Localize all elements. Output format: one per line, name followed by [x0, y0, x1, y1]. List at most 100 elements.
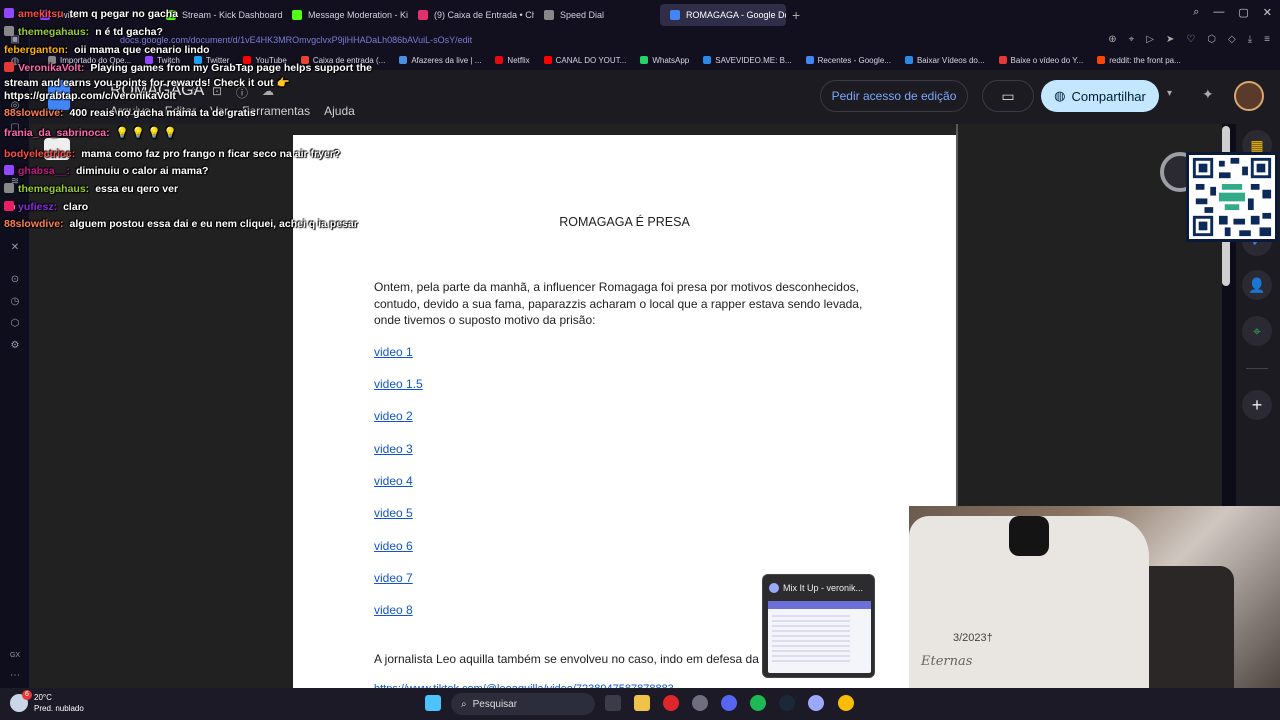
chat-message: amekitsu tem q pegar no gacha: [4, 8, 178, 20]
share-button[interactable]: ◍ Compartilhar: [1041, 80, 1159, 112]
heart-badge-icon: [4, 201, 14, 211]
window-controls: ⌕ — ▢ ✕: [1193, 6, 1272, 19]
mod-badge-icon: [4, 183, 14, 193]
file-explorer-icon[interactable]: [634, 695, 650, 711]
meet-button[interactable]: ▭: [982, 80, 1034, 112]
bookmark-item[interactable]: Afazeres da live | ...: [399, 56, 481, 65]
new-tab-button[interactable]: +: [786, 7, 806, 23]
video-link[interactable]: video 6: [374, 539, 413, 553]
youtube-icon: [543, 56, 552, 64]
trello-icon: [399, 56, 408, 64]
download-icon: [703, 56, 712, 64]
video-link[interactable]: video 1.5: [374, 377, 423, 391]
notification-badge: 6: [22, 690, 32, 700]
extensions-icon[interactable]: ⬡: [1207, 34, 1216, 45]
preview-header: [768, 601, 871, 609]
drive-icon: [805, 56, 814, 64]
gx-sidebar: ◉ ▣ ◍ ◈ ◎ ▢ ➤ ≋ ◐ ✕ ⊙ ◷ ⬡ ⚙ GX ⋯: [0, 0, 30, 688]
chat-message: yufiesz: claro: [4, 201, 88, 213]
obs-icon[interactable]: [692, 695, 708, 711]
close-icon[interactable]: ✕: [1263, 6, 1272, 19]
avatar[interactable]: [1234, 81, 1264, 111]
bookmark-item[interactable]: WhatsApp: [640, 56, 689, 65]
contacts-icon[interactable]: 👤: [1242, 270, 1272, 300]
heart-icon[interactable]: ♡: [1186, 34, 1195, 45]
kick-icon: [292, 10, 302, 20]
app-icon: [769, 583, 779, 593]
bookmark-item[interactable]: Baixar Vídeos do...: [904, 56, 985, 65]
chat-message: frania_da_sabrinoca: 💡 💡 💡 💡: [4, 127, 177, 139]
chat-message-continuation: stream and earns you points for rewards!…: [4, 77, 290, 89]
discord-icon[interactable]: [721, 695, 737, 711]
bookmark-item[interactable]: Netflix: [495, 56, 530, 65]
taskbar: 20°C Pred. nublado 6 ⌕ Pesquisar: [0, 688, 1280, 720]
chrome-icon[interactable]: [838, 695, 854, 711]
bookmark-item[interactable]: reddit: the front pa...: [1097, 56, 1181, 65]
pin-icon[interactable]: ⌖: [1129, 34, 1135, 45]
extensions-icon[interactable]: ⬡: [9, 318, 21, 330]
thumbnail-title: Mix It Up - veronik...: [783, 583, 864, 593]
tab-speed-dial[interactable]: Speed Dial: [534, 4, 660, 26]
search-icon: ⌕: [461, 698, 467, 710]
history-icon[interactable]: ◷: [9, 296, 21, 308]
windows-start-icon[interactable]: [425, 695, 441, 711]
vpn-icon[interactable]: ◇: [1228, 34, 1236, 45]
add-addon-icon[interactable]: +: [1242, 390, 1272, 420]
video-link[interactable]: video 4: [374, 474, 413, 488]
video-link[interactable]: video 3: [374, 442, 413, 456]
bot-badge-icon: [4, 62, 14, 72]
maximize-icon[interactable]: ▢: [1238, 6, 1248, 19]
chat-message: 88slowdive: 400 reais no gacha mama ta de…: [4, 107, 256, 119]
menu-ajuda[interactable]: Ajuda: [324, 104, 355, 118]
maps-icon[interactable]: ⌖: [1242, 316, 1272, 346]
steam-icon[interactable]: [779, 695, 795, 711]
opera-gx-icon[interactable]: [663, 695, 679, 711]
player-icon[interactable]: ⊙: [9, 274, 21, 286]
bookmark-item[interactable]: Recentes - Google...: [805, 56, 891, 65]
tab-message-moderation[interactable]: Message Moderation - Kick: [282, 4, 408, 26]
search-icon[interactable]: ⌕: [1193, 6, 1199, 19]
send-icon[interactable]: ➤: [1166, 34, 1174, 45]
taskbar-search[interactable]: ⌕ Pesquisar: [451, 693, 595, 715]
request-edit-button[interactable]: Pedir acesso de edição: [820, 80, 968, 112]
chat-message: themegahaus: n é td gacha?: [4, 26, 163, 38]
settings-icon[interactable]: ⚙: [9, 340, 21, 352]
bookmark-item[interactable]: Baixe o vídeo do Y...: [998, 56, 1083, 65]
spotify-icon[interactable]: [750, 695, 766, 711]
download-icon[interactable]: ⤓: [1248, 34, 1252, 45]
sub-badge-icon: [4, 165, 14, 175]
minimize-icon[interactable]: —: [1213, 6, 1224, 19]
video-link[interactable]: video 8: [374, 603, 413, 617]
video-link[interactable]: video 7: [374, 571, 413, 585]
x-icon[interactable]: ✕: [9, 242, 21, 254]
menu-icon[interactable]: ≡: [1264, 34, 1270, 45]
zoom-icon[interactable]: ⊕: [1108, 34, 1116, 45]
bookmark-item[interactable]: SAVEVIDEO.ME: B...: [703, 56, 792, 65]
tab-google-docs[interactable]: ROMAGAGA - Google Docs: [660, 4, 786, 26]
chat-message: VeronikaVolt: Playing games from my GrabT…: [4, 62, 372, 74]
reddit-icon: [1097, 56, 1106, 64]
tab-bar: Twitch Stream - Kick Dashboard Message M…: [0, 0, 1280, 30]
bookmark-item[interactable]: CANAL DO YOUT...: [543, 56, 626, 65]
qr-code: [1186, 152, 1278, 242]
video-link[interactable]: video 1: [374, 345, 413, 359]
speed-dial-icon: [544, 10, 554, 20]
share-dropdown-icon[interactable]: ▾: [1167, 88, 1172, 99]
shirt-date: 3/2023†: [953, 632, 993, 644]
video-link[interactable]: video 2: [374, 409, 413, 423]
chat-message: themegahaus: essa eu qero ver: [4, 183, 178, 195]
taskbar-thumbnail[interactable]: Mix It Up - veronik...: [762, 574, 875, 678]
weather-condition: Pred. nublado: [34, 704, 84, 713]
mixitup-icon[interactable]: [808, 695, 824, 711]
gemini-icon[interactable]: ✦: [1202, 86, 1214, 103]
video-link[interactable]: video 5: [374, 506, 413, 520]
shirt-text: Eternas: [921, 654, 973, 669]
chat-message: feberganton: oii mama que cenario lindo: [4, 44, 210, 56]
more-icon[interactable]: ⋯: [9, 670, 21, 682]
preview-table: [772, 615, 850, 665]
chat-message-continuation: https://grabtap.com/c/veronikaVolt: [4, 90, 176, 102]
sub-badge-icon: [4, 8, 14, 18]
task-view-icon[interactable]: [605, 695, 621, 711]
tab-instagram-inbox[interactable]: (9) Caixa de Entrada • Ch: [408, 4, 534, 26]
play-icon[interactable]: ▷: [1146, 34, 1154, 45]
